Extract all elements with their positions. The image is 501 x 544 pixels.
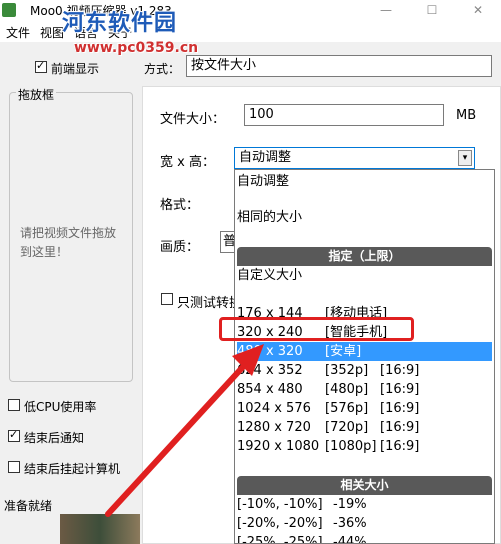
annotation-arrow-icon — [105, 344, 264, 517]
